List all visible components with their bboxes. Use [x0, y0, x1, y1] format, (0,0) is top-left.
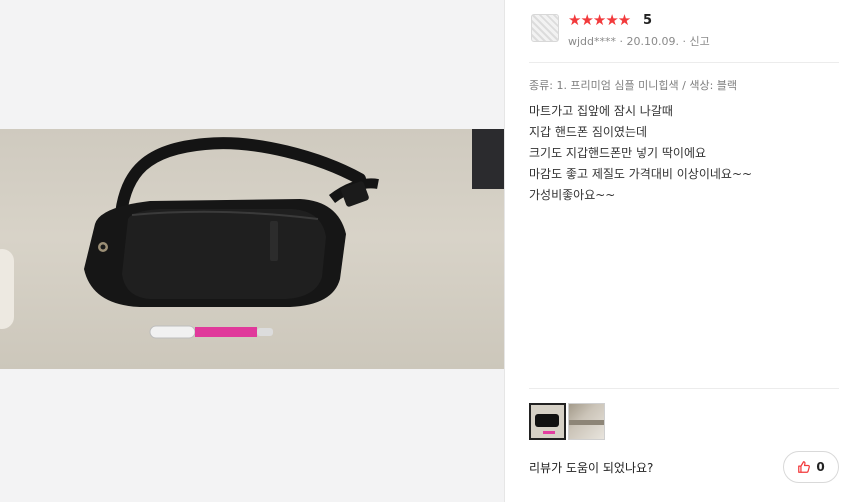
review-date: 20.10.09. [626, 35, 680, 48]
review-line: 크기도 지갑핸드폰만 넣기 딱이에요 [529, 146, 707, 160]
thumbnail-2[interactable] [568, 403, 605, 440]
like-count: 0 [816, 460, 825, 474]
thumbs-up-icon [797, 460, 811, 474]
thumbnail-1[interactable] [529, 403, 566, 440]
author-name: wjdd**** [568, 35, 617, 48]
rating-score: 5 [643, 13, 653, 28]
purchase-options: 종류: 1. 프리미엄 심플 미니힙색 / 색상: 블랙 [529, 79, 738, 92]
helpful-question: 리뷰가 도움이 되었나요? [529, 461, 654, 475]
waist-bag-illustration [84, 137, 379, 339]
review-line: 마감도 좋고 제질도 가격대비 이상이네요~~ [529, 167, 753, 181]
review-body: 마트가고 집앞에 잠시 나갈때 지갑 핸드폰 짐이였는데 크기도 지갑핸드폰만 … [529, 101, 752, 206]
thumbnail-pen [543, 431, 555, 434]
review-meta: wjdd**** · 20.10.09. · 신고 [568, 33, 710, 49]
photo-thumbnails [529, 403, 605, 440]
divider [529, 388, 839, 389]
photo-viewer [0, 0, 504, 502]
review-line: 가성비좋아요~~ [529, 188, 616, 202]
thumbnail-bag [535, 414, 559, 427]
like-button[interactable]: 0 [783, 451, 839, 483]
rating-stars: ★★★★★ [568, 11, 631, 29]
review-photo[interactable] [0, 129, 504, 369]
report-link[interactable]: 신고 [690, 35, 710, 48]
avatar [531, 14, 559, 42]
thumbnail-detail [569, 420, 604, 425]
review-line: 지갑 핸드폰 짐이였는데 [529, 125, 648, 139]
meta-separator: · [682, 35, 687, 48]
divider [529, 62, 839, 63]
review-line: 마트가고 집앞에 잠시 나갈때 [529, 104, 673, 118]
review-panel: ★★★★★ 5 wjdd**** · 20.10.09. · 신고 종류: 1.… [504, 0, 860, 502]
meta-separator: · [619, 35, 624, 48]
